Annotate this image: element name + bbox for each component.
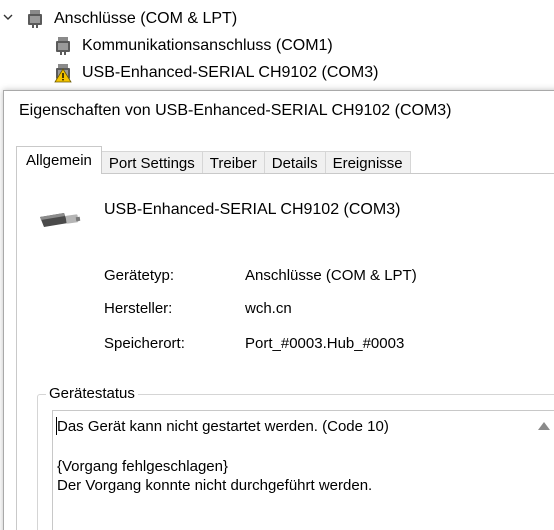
status-scrollbar[interactable]: [531, 411, 554, 530]
scroll-up-arrow-icon[interactable]: [537, 421, 551, 431]
tab-events[interactable]: Ereignisse: [324, 151, 411, 174]
tree-category-label: Anschlüsse (COM & LPT): [54, 10, 238, 27]
chevron-down-icon[interactable]: [3, 12, 13, 22]
device-name: USB-Enhanced-SERIAL CH9102 (COM3): [104, 201, 401, 218]
serial-port-device-icon: [40, 213, 81, 227]
dialog-title: Eigenschaften von USB-Enhanced-SERIAL CH…: [19, 102, 452, 119]
tree-item-label: USB-Enhanced-SERIAL CH9102 (COM3): [82, 64, 379, 81]
status-line: {Vorgang fehlgeschlagen}: [57, 458, 228, 475]
device-status-textbox[interactable]: Das Gerät kann nicht gestartet werden. (…: [52, 410, 554, 530]
tab-port-settings[interactable]: Port Settings: [100, 151, 203, 174]
com-port-icon: [56, 37, 70, 55]
tree-category-ports[interactable]: Anschlüsse (COM & LPT): [26, 8, 237, 30]
tab-general[interactable]: Allgemein: [16, 146, 102, 174]
device-status-label: Gerätestatus: [46, 385, 138, 402]
com-port-icon: [28, 10, 42, 28]
com-port-warning-icon: [54, 64, 72, 83]
tab-details[interactable]: Details: [263, 151, 326, 174]
screen: Anschlüsse (COM & LPT) Kommunikationsans…: [0, 0, 554, 530]
property-label-manufacturer: Hersteller:: [104, 300, 173, 317]
tree-item-com1[interactable]: Kommunikationsanschluss (COM1): [54, 35, 333, 57]
property-value-location: Port_#0003.Hub_#0003: [245, 335, 405, 352]
status-line: Der Vorgang konnte nicht durchgeführt we…: [57, 477, 373, 494]
tab-bar: Allgemein Port Settings Treiber Details …: [16, 146, 411, 174]
status-line: Das Gerät kann nicht gestartet werden. (…: [57, 418, 389, 435]
property-label-device-type: Gerätetyp:: [104, 267, 175, 284]
property-label-location: Speicherort:: [104, 335, 185, 352]
tree-item-label: Kommunikationsanschluss (COM1): [82, 37, 333, 54]
property-value-device-type: Anschlüsse (COM & LPT): [245, 267, 417, 284]
tab-driver[interactable]: Treiber: [201, 151, 265, 174]
property-value-manufacturer: wch.cn: [245, 300, 292, 317]
tree-item-com3[interactable]: USB-Enhanced-SERIAL CH9102 (COM3): [54, 62, 378, 84]
